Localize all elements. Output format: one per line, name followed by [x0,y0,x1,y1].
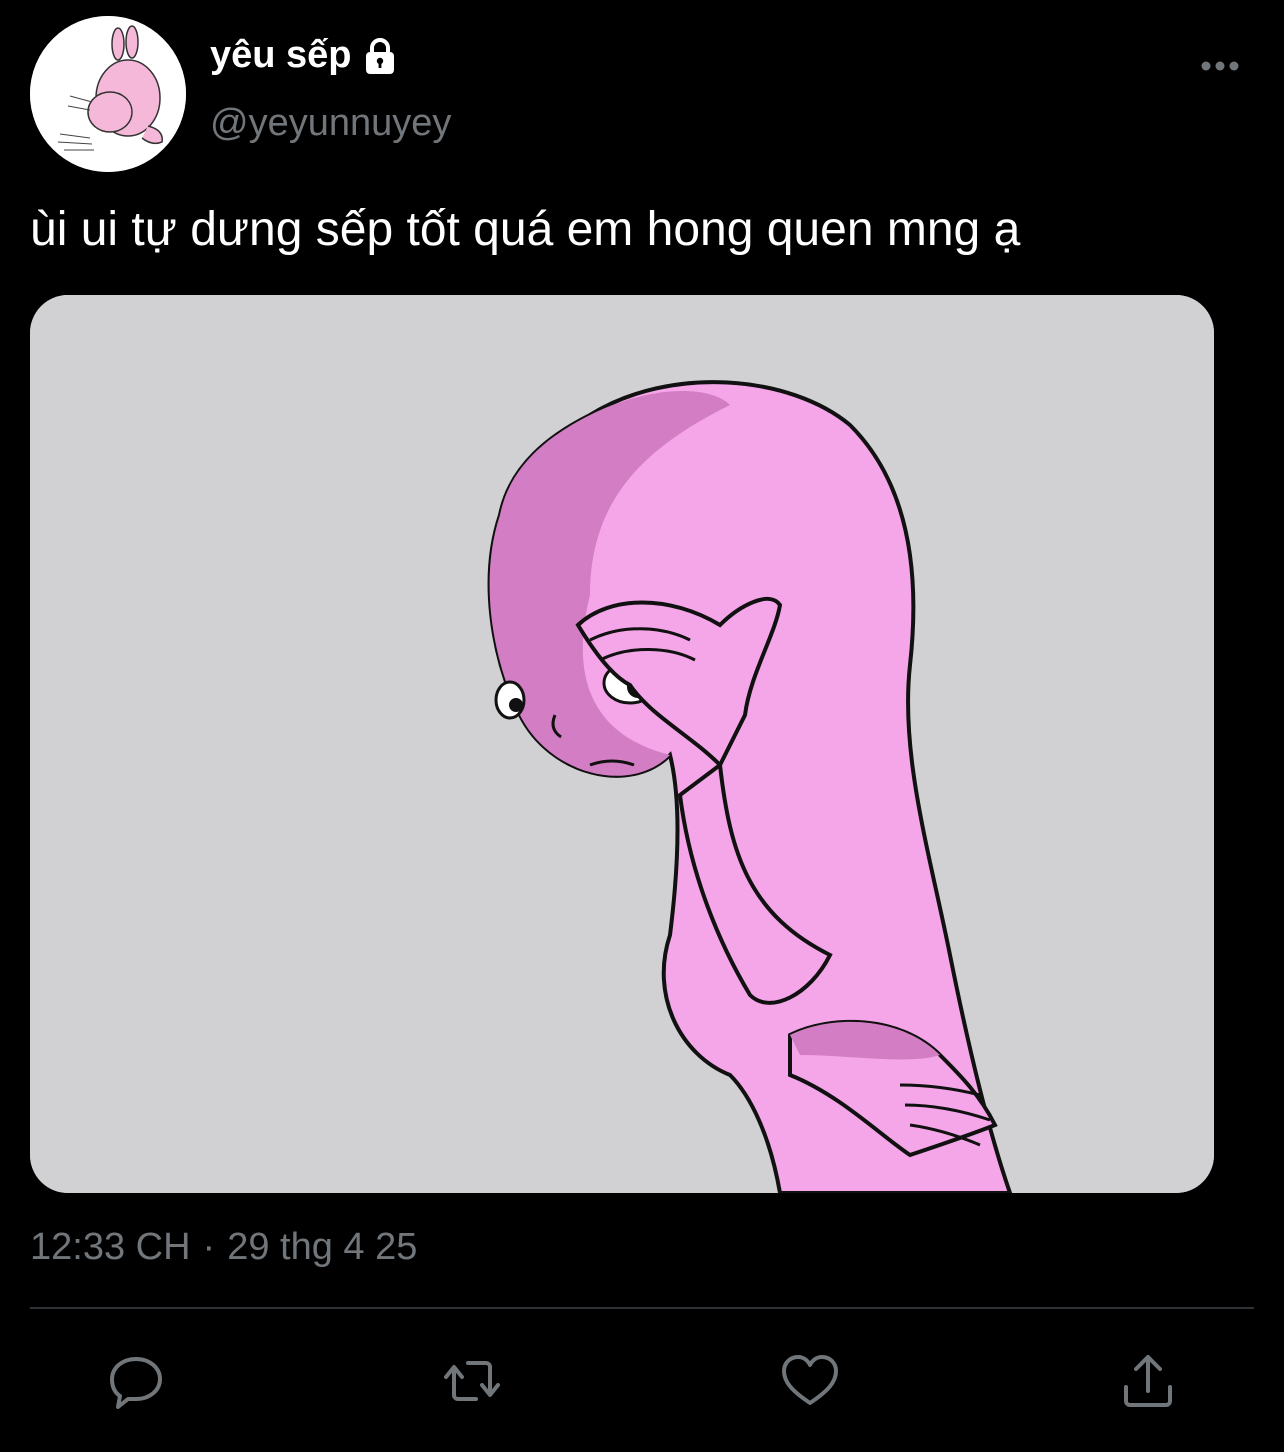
retweet-button[interactable] [440,1349,504,1413]
retweet-icon [444,1361,500,1401]
reply-button[interactable] [104,1349,168,1413]
display-name[interactable]: yêu sếp [210,34,352,77]
pink-bunny-avatar-icon [30,16,186,172]
lock-icon [360,36,400,76]
avatar[interactable] [30,16,186,172]
more-icon [1201,61,1239,71]
more-options-button[interactable] [1192,46,1248,86]
like-icon [782,1355,838,1405]
tweet-media-image[interactable] [30,295,1214,1193]
share-icon [1124,1355,1172,1407]
tweet-time: 12:33 CH [30,1226,191,1268]
divider [30,1307,1254,1309]
like-button[interactable] [778,1349,842,1413]
tweet-date: 29 thg 4 25 [227,1226,418,1268]
author-name-row[interactable]: yêu sếp [210,34,400,77]
timestamp-separator: · [202,1226,216,1268]
author-handle[interactable]: @yeyunnuyey [210,102,451,145]
tweet-timestamp[interactable]: 12:33 CH · 29 thg 4 25 [30,1226,417,1269]
pink-character-image [30,295,1214,1193]
share-button[interactable] [1116,1349,1180,1413]
tweet-text: ùi ui tự dưng sếp tốt quá em hong quen m… [30,203,1021,256]
reply-icon [110,1357,162,1409]
